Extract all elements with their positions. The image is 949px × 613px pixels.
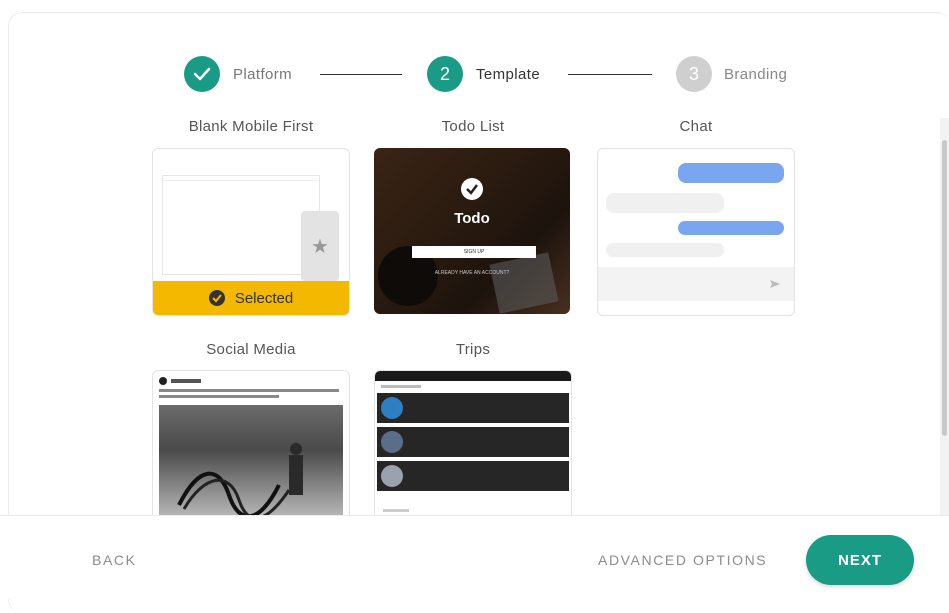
step-connector	[568, 74, 652, 75]
trip-thumbnail	[381, 397, 403, 419]
step-label-template[interactable]: Template	[476, 66, 540, 83]
step-label-branding[interactable]: Branding	[724, 66, 787, 83]
selected-label: Selected	[234, 289, 294, 307]
stepper: Platform 2 Template 3 Branding	[0, 56, 949, 96]
trip-list-item	[377, 461, 569, 491]
step-3-circle[interactable]: 3	[676, 56, 712, 92]
step-label-platform[interactable]: Platform	[233, 66, 292, 83]
template-card-chat[interactable]	[597, 148, 795, 316]
chat-bubble-incoming	[606, 193, 724, 213]
scrollbar-thumb[interactable]	[942, 140, 947, 436]
advanced-options-button[interactable]: ADVANCED OPTIONS	[598, 552, 767, 568]
send-icon	[770, 280, 780, 288]
template-title-todo: Todo List	[441, 118, 505, 135]
template-card-todo[interactable]: Todo SIGN UP ALREADY HAVE AN ACCOUNT?	[374, 148, 570, 314]
check-circle-icon	[461, 178, 483, 200]
checkmark-icon	[193, 67, 211, 81]
back-button[interactable]: BACK	[92, 552, 137, 568]
chat-bubble-outgoing	[678, 163, 784, 183]
workout-photo	[177, 443, 303, 517]
trip-list-item	[377, 393, 569, 423]
check-circle-icon	[208, 290, 225, 306]
step-2-circle[interactable]: 2	[427, 56, 463, 92]
trip-list-item	[377, 427, 569, 457]
avatar	[159, 377, 167, 385]
todo-signup-button: SIGN UP	[412, 246, 536, 258]
trip-thumbnail	[381, 431, 403, 453]
step-connector	[320, 74, 402, 75]
chat-input-bar	[598, 267, 794, 301]
trip-thumbnail	[381, 465, 403, 487]
star-icon[interactable]: ★	[301, 211, 339, 281]
chat-bubble-incoming	[606, 243, 724, 257]
social-post-image	[159, 405, 343, 517]
template-title-social: Social Media	[206, 341, 296, 358]
trips-header-bar	[375, 371, 571, 381]
todo-login-link: ALREADY HAVE AN ACCOUNT?	[434, 270, 510, 276]
todo-preview-title: Todo	[454, 210, 490, 227]
next-button[interactable]: NEXT	[806, 535, 914, 585]
template-card-blank[interactable]: ★ Selected	[152, 148, 350, 316]
template-card-social[interactable]	[152, 370, 350, 517]
notebook-image	[489, 252, 559, 314]
step-1-check-icon[interactable]	[184, 56, 220, 92]
template-title-blank: Blank Mobile First	[188, 118, 314, 135]
template-title-trips: Trips	[455, 341, 491, 358]
template-title-chat: Chat	[679, 118, 713, 135]
chat-bubble-outgoing	[678, 221, 784, 235]
blank-preview-frame	[162, 175, 320, 275]
selected-badge: Selected	[153, 281, 349, 315]
template-card-trips[interactable]	[374, 370, 572, 517]
